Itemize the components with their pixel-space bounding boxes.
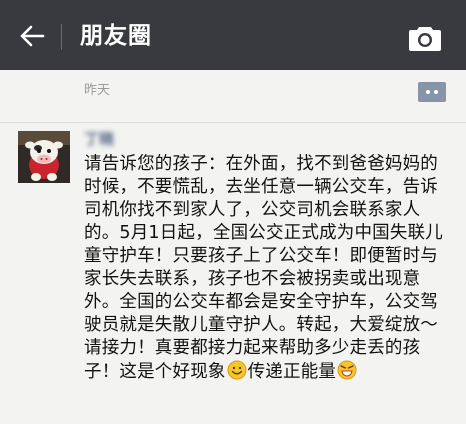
avatar[interactable] xyxy=(18,131,70,183)
post-timestamp: 昨天 xyxy=(84,83,111,98)
post-text-tail: 传递正能量 xyxy=(247,362,337,382)
smile-emoji xyxy=(227,360,247,380)
camera-icon[interactable] xyxy=(408,24,442,52)
author-name[interactable]: 丁晓 xyxy=(84,127,140,151)
cartoon-cow-avatar xyxy=(18,131,70,183)
moment-post: 丁晓 请告诉您的孩子：在外面，找不到爸爸妈妈的时候，不要慌乱，去坐任意一辆公交车… xyxy=(0,123,466,424)
moments-feed[interactable]: 昨天 丁晓 请告诉您的孩子：在外面，找不到爸爸妈妈的时候，不要慌乱，去坐任意一辆… xyxy=(0,70,466,424)
back-arrow-icon[interactable] xyxy=(18,22,46,50)
comment-bubble-icon[interactable] xyxy=(418,82,446,102)
previous-post-footer: 昨天 xyxy=(0,70,466,122)
post-text: 请告诉您的孩子：在外面，找不到爸爸妈妈的时候，不要慌乱，去坐任意一辆公交车，告诉… xyxy=(84,154,443,382)
post-body: 请告诉您的孩子：在外面，找不到爸爸妈妈的时候，不要慌乱，去坐任意一辆公交车，告诉… xyxy=(84,153,452,384)
top-bar: 朋友圈 xyxy=(0,0,466,70)
header-divider xyxy=(61,24,62,50)
page-title: 朋友圈 xyxy=(80,23,152,49)
grin-emoji xyxy=(337,360,357,380)
